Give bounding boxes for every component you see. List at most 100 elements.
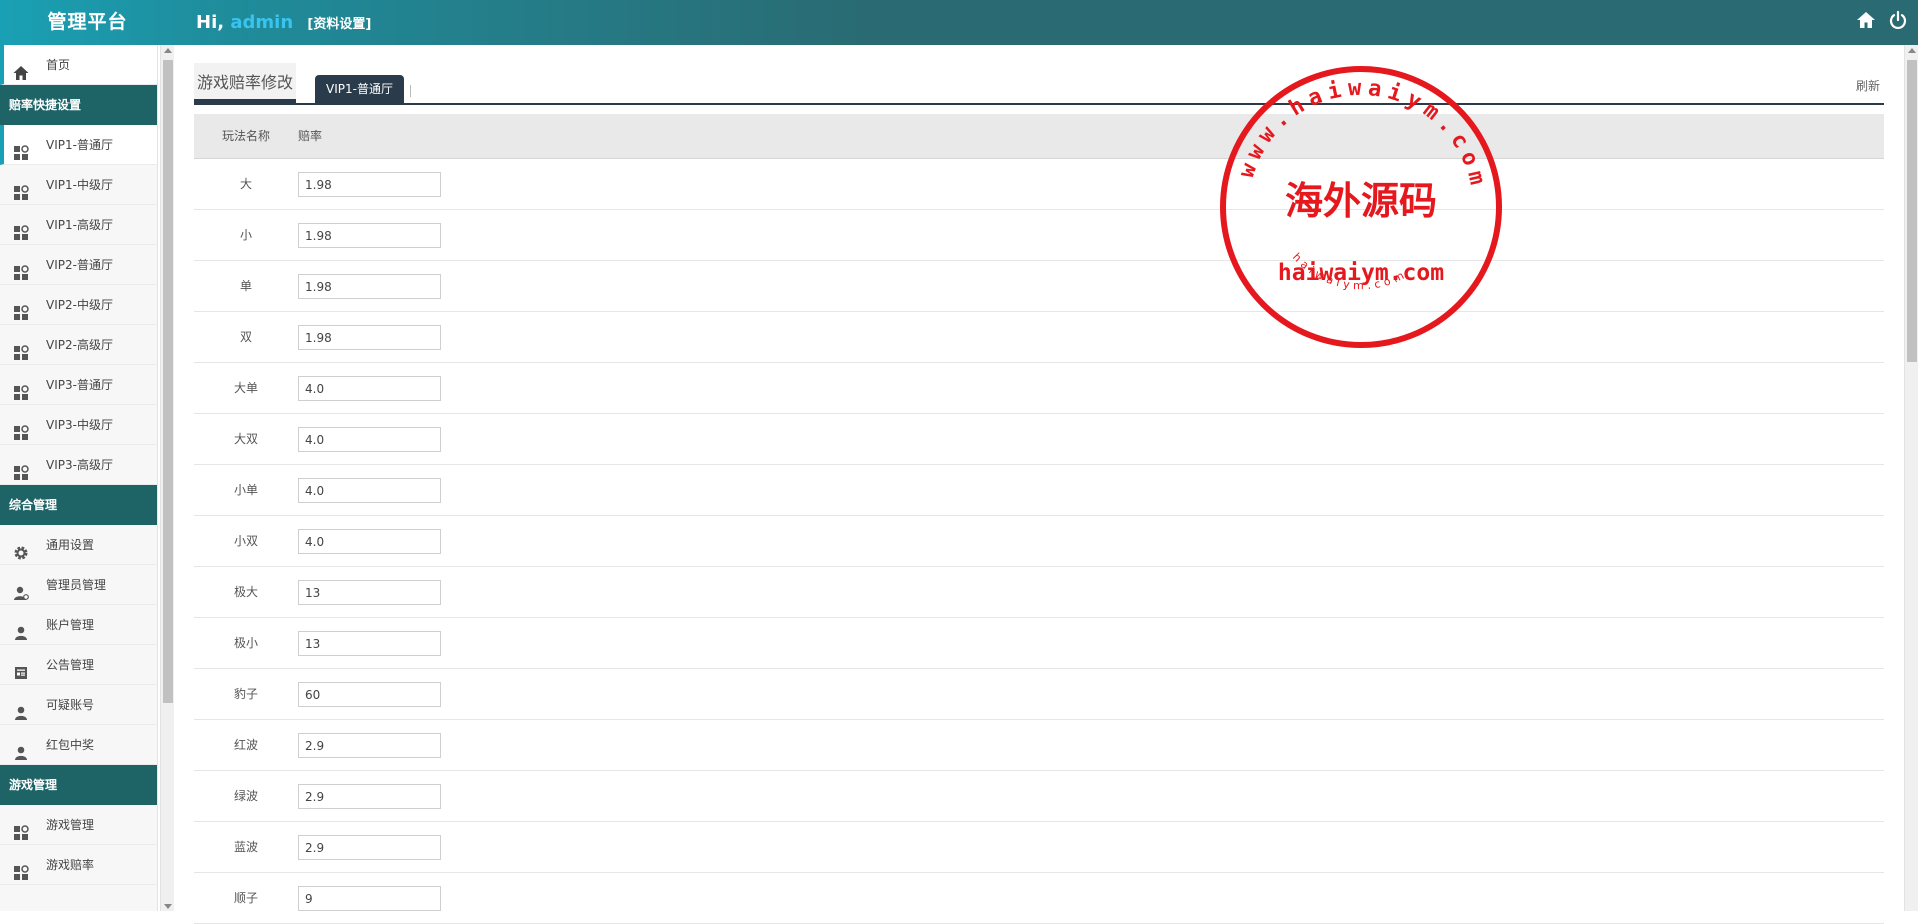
sidebar-section-general: 综合管理 — [0, 485, 157, 525]
sidebar-item-vip3-high[interactable]: VIP3-高级厅 — [0, 445, 157, 485]
sidebar-item-suspicious[interactable]: 可疑账号 — [0, 685, 157, 725]
table-row: 小双 — [194, 516, 1884, 567]
table-row: 豹子 — [194, 669, 1884, 720]
play-name: 极小 — [233, 636, 258, 650]
odds-input[interactable] — [298, 376, 441, 401]
tab-odds-edit[interactable]: 游戏赔率修改 — [194, 63, 297, 103]
sidebar-item-vip1-mid[interactable]: VIP1-中级厅 — [0, 165, 157, 205]
sidebar-item-label: VIP2-普通厅 — [46, 258, 113, 272]
sidebar-item-vip3-mid[interactable]: VIP3-中级厅 — [0, 405, 157, 445]
column-header-odds: 赔率 — [298, 129, 323, 143]
sidebar-item-accounts[interactable]: 账户管理 — [0, 605, 157, 645]
sidebar-item-announcements[interactable]: 公告管理 — [0, 645, 157, 685]
odds-input[interactable] — [298, 274, 441, 299]
play-name: 双 — [239, 330, 252, 344]
odds-input[interactable] — [298, 886, 441, 911]
power-icon[interactable] — [1888, 10, 1908, 30]
odds-input[interactable] — [298, 580, 441, 605]
play-name: 大单 — [233, 381, 258, 395]
profile-settings-link[interactable]: [资料设置] — [307, 17, 371, 32]
play-name: 小双 — [233, 534, 258, 548]
sidebar-item-label: 红包中奖 — [46, 738, 95, 752]
table-row: 单 — [194, 261, 1884, 312]
play-name: 小单 — [233, 483, 258, 497]
home-icon[interactable] — [1856, 10, 1876, 30]
table-row: 蓝波 — [194, 822, 1884, 873]
odds-input[interactable] — [298, 325, 441, 350]
sidebar-item-label: VIP1-普通厅 — [46, 138, 113, 152]
sidebar-item-redpacket[interactable]: 红包中奖 — [0, 725, 157, 765]
column-header-name: 玩法名称 — [222, 129, 271, 143]
grid-icon — [13, 377, 29, 400]
sidebar-item-label: VIP1-高级厅 — [46, 218, 113, 232]
scroll-down-arrow-icon[interactable] — [164, 904, 172, 909]
greeting-hi: Hi, — [196, 12, 225, 33]
sidebar-item-home[interactable]: 首页 — [0, 45, 157, 85]
odds-input[interactable] — [298, 631, 441, 656]
odds-input[interactable] — [298, 427, 441, 452]
grid-icon — [13, 137, 29, 160]
sidebar-item-vip1-high[interactable]: VIP1-高级厅 — [0, 205, 157, 245]
table-row: 绿波 — [194, 771, 1884, 822]
sidebar-scrollbar[interactable] — [160, 45, 174, 911]
odds-input[interactable] — [298, 223, 441, 248]
top-bar: 管理平台 Hi, admin [资料设置] — [0, 0, 1918, 45]
brand-title: 管理平台 — [47, 11, 128, 33]
sidebar-section-odds-shortcut: 赔率快捷设置 — [0, 85, 157, 125]
sidebar-item-game-manage[interactable]: 游戏管理 — [0, 805, 157, 845]
odds-input[interactable] — [298, 733, 441, 758]
odds-input[interactable] — [298, 835, 441, 860]
odds-input[interactable] — [298, 529, 441, 554]
sidebar-item-label: VIP3-高级厅 — [46, 458, 113, 472]
sidebar-item-vip1-normal[interactable]: VIP1-普通厅 — [0, 125, 157, 165]
refresh-button[interactable]: 刷新 — [1856, 77, 1880, 94]
sidebar-item-vip2-mid[interactable]: VIP2-中级厅 — [0, 285, 157, 325]
scroll-up-arrow-icon[interactable] — [1908, 48, 1916, 53]
sidebar-item-label: 首页 — [46, 58, 71, 72]
main-scroll-thumb[interactable] — [1907, 60, 1917, 362]
sidebar-item-admins[interactable]: 管理员管理 — [0, 565, 157, 605]
table-row: 顺子 — [194, 873, 1884, 924]
sidebar-scroll-thumb[interactable] — [163, 60, 173, 703]
grid-icon — [13, 337, 29, 360]
table-header: 玩法名称 赔率 — [194, 114, 1884, 159]
home-icon — [13, 57, 29, 80]
odds-input[interactable] — [298, 682, 441, 707]
play-name: 红波 — [233, 738, 258, 752]
username: admin — [230, 12, 294, 33]
sidebar-item-label: VIP1-中级厅 — [46, 178, 113, 192]
tab-current-hall[interactable]: VIP1-普通厅 — [315, 75, 404, 103]
table-row: 小 — [194, 210, 1884, 261]
main-scrollbar[interactable] — [1904, 45, 1918, 911]
grid-icon — [13, 417, 29, 440]
sidebar-item-label: 账户管理 — [46, 618, 95, 632]
sidebar-item-label: 公告管理 — [46, 658, 95, 672]
table-row: 小单 — [194, 465, 1884, 516]
sidebar: 首页 赔率快捷设置 VIP1-普通厅 VIP1-中级厅 VIP1-高级厅 VIP… — [0, 45, 158, 911]
scroll-up-arrow-icon[interactable] — [164, 48, 172, 53]
user-icon — [13, 737, 29, 760]
sidebar-item-game-odds[interactable]: 游戏赔率 — [0, 845, 157, 885]
sidebar-item-vip2-normal[interactable]: VIP2-普通厅 — [0, 245, 157, 285]
table-row: 红波 — [194, 720, 1884, 771]
play-name: 小 — [239, 228, 252, 242]
table-row: 双 — [194, 312, 1884, 363]
sidebar-item-label: 管理员管理 — [46, 578, 107, 592]
sidebar-item-settings[interactable]: 通用设置 — [0, 525, 157, 565]
top-icons — [1856, 10, 1908, 30]
play-name: 大 — [239, 177, 252, 191]
play-name: 大双 — [233, 432, 258, 446]
grid-icon — [13, 257, 29, 280]
table-row: 大双 — [194, 414, 1884, 465]
odds-input[interactable] — [298, 172, 441, 197]
sidebar-item-vip3-normal[interactable]: VIP3-普通厅 — [0, 365, 157, 405]
grid-icon — [13, 177, 29, 200]
grid-icon — [13, 457, 29, 480]
sidebar-item-label: VIP2-高级厅 — [46, 338, 113, 352]
play-name: 蓝波 — [233, 840, 258, 854]
odds-input[interactable] — [298, 478, 441, 503]
sidebar-item-vip2-high[interactable]: VIP2-高级厅 — [0, 325, 157, 365]
odds-input[interactable] — [298, 784, 441, 809]
play-name: 极大 — [233, 585, 258, 599]
main-content: 游戏赔率修改 VIP1-普通厅 刷新 玩法名称 赔率 大 小 单 双 大单 大双… — [194, 45, 1884, 924]
